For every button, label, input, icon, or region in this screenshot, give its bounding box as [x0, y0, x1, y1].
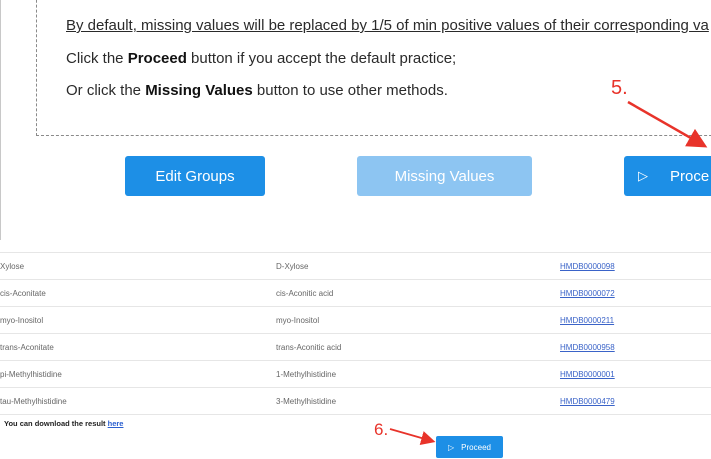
- step-6-label: 6.: [374, 420, 389, 439]
- compound-name: tau-Methylhistidine: [0, 387, 276, 415]
- table-row: tau-Methylhistidine 3-Methylhistidine HMDB…: [0, 387, 711, 415]
- matched-name: D-Xylose: [276, 252, 560, 280]
- table-row: Xylose D-Xylose HMDB0000098: [0, 252, 711, 280]
- hmdb-link[interactable]: HMDB0000479: [560, 387, 711, 415]
- table-row: myo-Inositol myo-Inositol HMDB0000211: [0, 306, 711, 334]
- matched-name: cis-Aconitic acid: [276, 279, 560, 307]
- step-6-arrow: [389, 428, 436, 445]
- compound-name: trans-Aconitate: [0, 333, 276, 361]
- step-5-arrow: [627, 100, 708, 148]
- matched-name: myo-Inositol: [276, 306, 560, 334]
- hmdb-link[interactable]: HMDB0000211: [560, 306, 711, 334]
- matched-name: 3-Methylhistidine: [276, 387, 560, 415]
- bottom-proceed-label: Proceed: [461, 442, 491, 452]
- hmdb-link[interactable]: HMDB0000958: [560, 333, 711, 361]
- matched-name: 1-Methylhistidine: [276, 360, 560, 388]
- matched-name: trans-Aconitic acid: [276, 333, 560, 361]
- download-link[interactable]: here: [108, 419, 124, 428]
- hmdb-link[interactable]: HMDB0000098: [560, 252, 711, 280]
- compound-name: cis-Aconitate: [0, 279, 276, 307]
- table-row: trans-Aconitate trans-Aconitic acid HMDB00…: [0, 333, 711, 361]
- download-note: You can download the result here: [4, 419, 124, 428]
- play-icon: ▷: [448, 442, 455, 452]
- hmdb-link[interactable]: HMDB0000072: [560, 279, 711, 307]
- table-row: cis-Aconitate cis-Aconitic acid HMDB000007…: [0, 279, 711, 307]
- hmdb-link[interactable]: HMDB0000001: [560, 360, 711, 388]
- bottom-proceed-button[interactable]: ▷ Proceed: [436, 436, 503, 458]
- compound-name: pi-Methylhistidine: [0, 360, 276, 388]
- compound-name: Xylose: [0, 252, 276, 280]
- compound-table: Xylose D-Xylose HMDB0000098 cis-Aconitate ci…: [0, 252, 711, 415]
- table-row: pi-Methylhistidine 1-Methylhistidine HMDB0…: [0, 360, 711, 388]
- compound-name: myo-Inositol: [0, 306, 276, 334]
